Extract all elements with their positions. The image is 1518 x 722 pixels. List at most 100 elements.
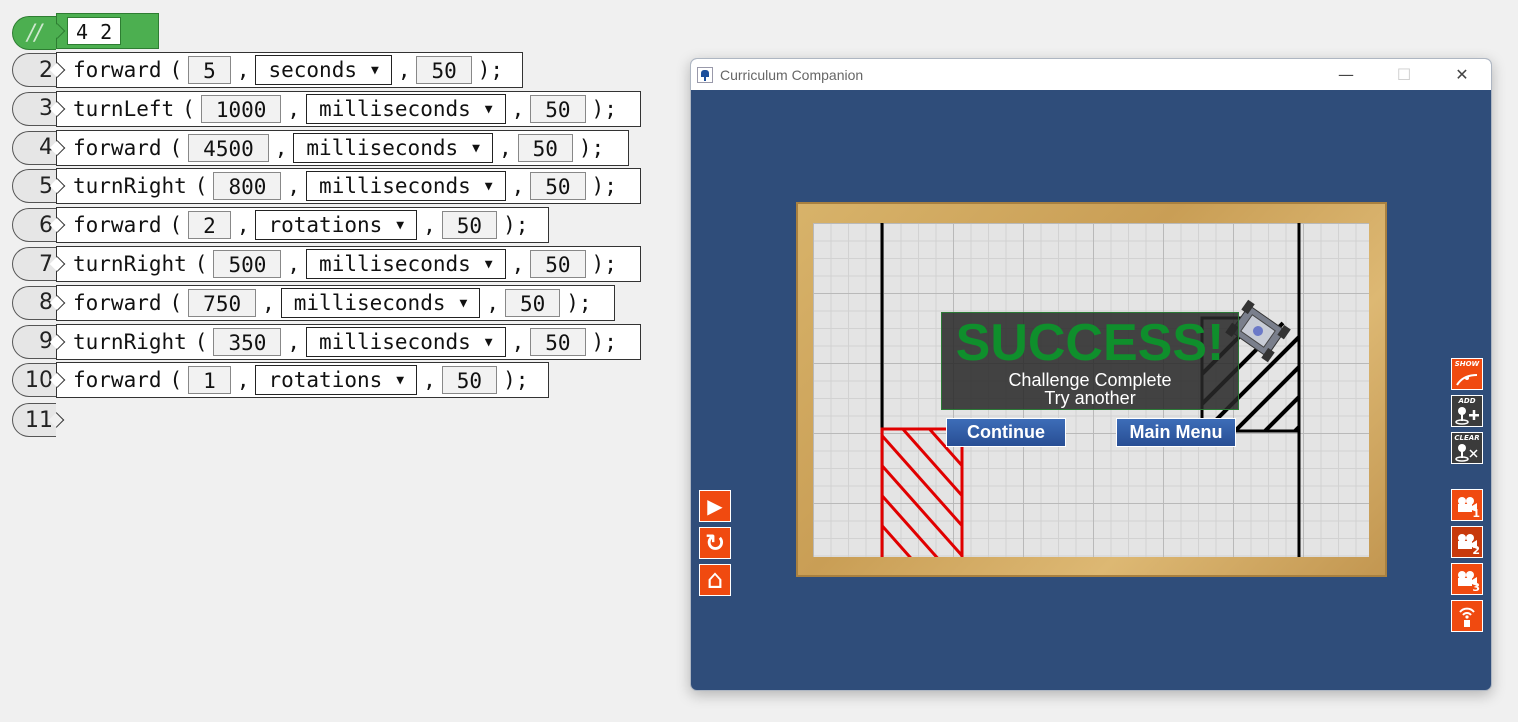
clear-waypoints-button[interactable]: CLEAR xyxy=(1451,432,1483,464)
unit-value: milliseconds xyxy=(306,135,459,160)
unit-value: milliseconds xyxy=(319,329,471,354)
comma: , xyxy=(423,213,436,238)
command-keyword: forward xyxy=(73,368,162,393)
comma: , xyxy=(287,96,301,121)
play-icon: ▶ xyxy=(707,494,723,518)
add-waypoint-button[interactable]: ADD xyxy=(1451,395,1483,427)
unit-dropdown[interactable]: milliseconds ▼ xyxy=(280,287,481,318)
duration-field[interactable]: 800 xyxy=(213,172,282,201)
comma: , xyxy=(236,213,250,238)
code-line[interactable]: forward(5, seconds ▼, 50); xyxy=(49,52,523,88)
duration-field[interactable]: 500 xyxy=(213,250,282,278)
main-menu-button[interactable]: Main Menu xyxy=(1116,418,1236,447)
robot-camera-button[interactable] xyxy=(1451,600,1483,632)
code-line[interactable]: turnRight(800, milliseconds ▼, 50); xyxy=(49,168,641,205)
camera-1-number: 1 xyxy=(1472,507,1480,520)
camera-3-number: 3 xyxy=(1472,581,1480,594)
command-keyword: turnRight xyxy=(73,329,187,354)
comment-field[interactable]: 4 2 xyxy=(67,17,122,45)
curriculum-companion-window: Curriculum Companion — ☐ ✕ SUCCESS! Chal… xyxy=(690,58,1492,691)
speed-field[interactable]: 50 xyxy=(530,172,586,201)
success-title: SUCCESS! xyxy=(955,314,1225,372)
try-another-text: Try another xyxy=(1044,388,1136,408)
chevron-down-icon: ▼ xyxy=(396,218,405,234)
open-paren: ( xyxy=(169,58,183,82)
chevron-down-icon: ▼ xyxy=(484,257,493,272)
close-paren: ); xyxy=(477,58,504,82)
play-button[interactable]: ▶ xyxy=(699,490,731,522)
code-line[interactable]: forward(2, rotations ▼, 50); xyxy=(49,207,549,244)
add-label: ADD xyxy=(1458,397,1476,405)
chevron-down-icon: ▼ xyxy=(484,101,493,117)
speed-field[interactable]: 50 xyxy=(416,56,472,84)
comment-line[interactable]: 4 2 xyxy=(49,13,159,49)
window-titlebar: Curriculum Companion — ☐ ✕ xyxy=(691,59,1491,90)
unit-dropdown[interactable]: milliseconds ▼ xyxy=(306,249,506,279)
speed-field[interactable]: 50 xyxy=(517,133,573,162)
home-icon: ⌂ xyxy=(706,565,724,595)
duration-field[interactable]: 5 xyxy=(188,56,231,84)
open-paren: ( xyxy=(169,290,183,315)
duration-field[interactable]: 1000 xyxy=(200,94,282,123)
duration-field[interactable]: 2 xyxy=(188,211,231,240)
unit-value: milliseconds xyxy=(319,174,471,199)
camera-3-button[interactable]: 3 xyxy=(1451,563,1483,595)
close-button[interactable]: ✕ xyxy=(1433,65,1491,84)
maximize-button[interactable]: ☐ xyxy=(1375,65,1433,84)
chevron-down-icon: ▼ xyxy=(459,295,468,311)
speed-field[interactable]: 50 xyxy=(441,211,498,240)
camera-1-button[interactable]: 1 xyxy=(1451,489,1483,521)
comma: , xyxy=(287,329,301,354)
close-paren: ); xyxy=(591,252,617,276)
duration-field[interactable]: 750 xyxy=(188,288,257,317)
unit-dropdown[interactable]: rotations ▼ xyxy=(255,210,418,241)
chevron-down-icon: ▼ xyxy=(371,63,379,78)
close-paren: ); xyxy=(591,329,617,354)
unit-dropdown[interactable]: milliseconds ▼ xyxy=(306,326,506,357)
camera-2-button[interactable]: 2 xyxy=(1451,526,1483,558)
reset-button[interactable]: ↻ xyxy=(699,527,731,559)
unit-dropdown[interactable]: milliseconds ▼ xyxy=(306,171,506,202)
comma: , xyxy=(236,368,250,393)
unit-dropdown[interactable]: rotations ▼ xyxy=(255,365,418,396)
comma: , xyxy=(511,96,525,121)
comment-line-marker[interactable]: // xyxy=(12,16,56,50)
unit-dropdown[interactable]: milliseconds ▼ xyxy=(293,132,493,163)
speed-field[interactable]: 50 xyxy=(504,288,561,317)
speed-field[interactable]: 50 xyxy=(530,250,586,278)
speed-field[interactable]: 50 xyxy=(530,94,586,123)
code-line[interactable]: turnRight(350, milliseconds ▼, 50); xyxy=(49,323,641,360)
duration-field[interactable]: 350 xyxy=(213,327,282,356)
close-paren: ); xyxy=(503,368,529,393)
signal-icon xyxy=(1459,607,1475,627)
robot-app-icon xyxy=(697,66,713,83)
comma: , xyxy=(287,252,301,276)
duration-field[interactable]: 4500 xyxy=(188,133,269,162)
code-line[interactable]: forward(4500, milliseconds ▼, 50); xyxy=(49,129,629,166)
clear-label: CLEAR xyxy=(1454,434,1480,442)
unit-dropdown[interactable]: seconds ▼ xyxy=(255,55,392,85)
show-path-button[interactable]: SHOW xyxy=(1451,358,1483,390)
command-keyword: turnRight xyxy=(73,252,187,276)
open-paren: ( xyxy=(169,135,183,160)
open-paren: ( xyxy=(169,368,183,393)
add-pin-icon xyxy=(1455,407,1479,425)
code-line[interactable]: forward(1, rotations ▼, 50); xyxy=(49,362,549,399)
speed-field[interactable]: 50 xyxy=(441,366,498,395)
duration-field[interactable]: 1 xyxy=(188,366,231,395)
speed-field[interactable]: 50 xyxy=(530,327,586,356)
home-button[interactable]: ⌂ xyxy=(699,564,731,596)
unit-dropdown[interactable]: milliseconds ▼ xyxy=(306,93,506,124)
empty-code-line[interactable] xyxy=(48,402,76,438)
code-line[interactable]: forward(750, milliseconds ▼, 50); xyxy=(49,284,615,321)
unit-value: milliseconds xyxy=(293,290,446,315)
clear-pin-icon xyxy=(1455,444,1478,462)
minimize-button[interactable]: — xyxy=(1317,65,1375,84)
close-paren: ); xyxy=(591,96,617,121)
code-line[interactable]: turnRight(500, milliseconds ▼, 50); xyxy=(49,246,641,282)
continue-button[interactable]: Continue xyxy=(946,418,1066,447)
comma: , xyxy=(498,135,512,160)
comma: , xyxy=(423,368,436,393)
code-line[interactable]: turnLeft(1000, milliseconds ▼, 50); xyxy=(49,90,641,127)
close-paren: ); xyxy=(566,290,592,315)
